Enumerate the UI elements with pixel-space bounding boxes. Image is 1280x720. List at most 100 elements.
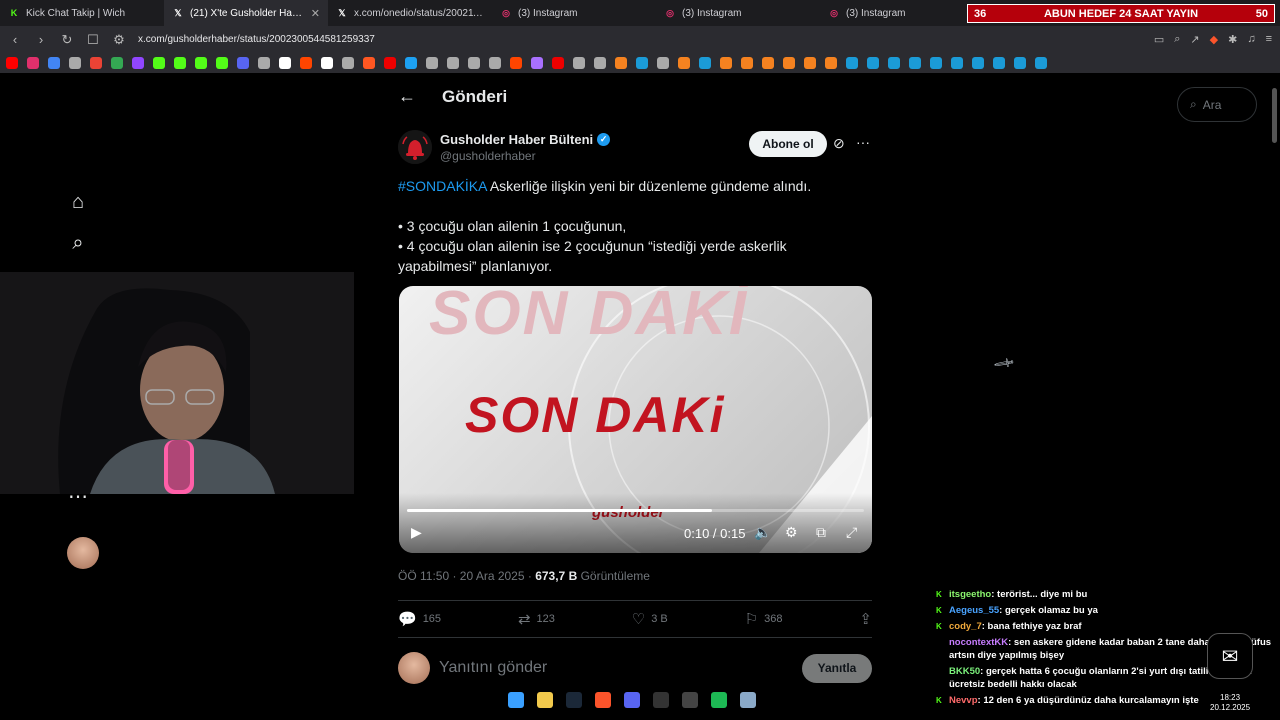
browser-tab[interactable]: ◎ (3) Instagram <box>820 0 984 26</box>
bookmark-favicon-icon[interactable] <box>69 57 81 69</box>
bookmark-favicon-icon[interactable] <box>1035 57 1047 69</box>
chat-username[interactable]: itsgeetho <box>949 589 991 600</box>
chat-username[interactable]: BKK50 <box>949 666 980 677</box>
bookmark-favicon-icon[interactable] <box>699 57 711 69</box>
hashtag-link[interactable]: #SONDAKİKA <box>398 178 487 194</box>
messages-icon[interactable]: ✉ <box>1207 633 1253 679</box>
steam-icon[interactable] <box>566 692 582 708</box>
video-progress-bar[interactable] <box>407 509 864 512</box>
grok-icon[interactable]: ⊘ <box>833 135 845 152</box>
app-icon[interactable] <box>682 692 698 708</box>
pip-icon[interactable]: ⧉ <box>816 524 826 541</box>
chat-username[interactable]: nocontextKK <box>949 637 1008 648</box>
bookmark-favicon-icon[interactable] <box>594 57 606 69</box>
bookmark-favicon-icon[interactable] <box>804 57 816 69</box>
bookmark-favicon-icon[interactable] <box>426 57 438 69</box>
url-field[interactable]: x.com/gusholderhaber/status/200230054458… <box>138 34 1142 45</box>
forward-nav-icon[interactable]: › <box>34 32 48 47</box>
reply-action[interactable]: 💬 165 <box>398 610 441 628</box>
bookmark-favicon-icon[interactable] <box>153 57 165 69</box>
bookmark-favicon-icon[interactable] <box>951 57 963 69</box>
reload-icon[interactable]: ↻ <box>60 32 74 48</box>
bookmark-favicon-icon[interactable] <box>321 57 333 69</box>
back-nav-icon[interactable]: ‹ <box>8 32 22 47</box>
file-explorer-icon[interactable] <box>537 692 553 708</box>
bookmark-icon[interactable]: ☐ <box>86 32 100 48</box>
play-icon[interactable]: ▶ <box>411 524 422 541</box>
bookmark-favicon-icon[interactable] <box>783 57 795 69</box>
site-settings-icon[interactable]: ⚙ <box>112 32 126 48</box>
reply-input[interactable]: Yanıtını gönder <box>439 659 793 677</box>
bookmark-favicon-icon[interactable] <box>972 57 984 69</box>
back-arrow-icon[interactable]: ← <box>398 86 418 107</box>
chat-username[interactable]: cody_7 <box>949 621 982 632</box>
share-icon[interactable]: ↗ <box>1190 33 1199 46</box>
bookmark-favicon-icon[interactable] <box>993 57 1005 69</box>
author-avatar[interactable] <box>398 130 432 164</box>
bookmark-favicon-icon[interactable] <box>405 57 417 69</box>
volume-icon[interactable]: 🔈 <box>754 524 771 541</box>
bookmark-favicon-icon[interactable] <box>195 57 207 69</box>
post-timestamp[interactable]: ÖÖ 11:50 · 20 Ara 2025 · <box>398 569 535 583</box>
bookmark-favicon-icon[interactable] <box>90 57 102 69</box>
author-name[interactable]: Gusholder Haber Bülteni <box>440 132 593 147</box>
bookmark-favicon-icon[interactable] <box>531 57 543 69</box>
like-action[interactable]: ♡ 3 B <box>632 610 668 628</box>
bookmark-favicon-icon[interactable] <box>825 57 837 69</box>
obs-icon[interactable] <box>653 692 669 708</box>
brave-shield-icon[interactable]: ◆ <box>1210 33 1218 46</box>
bookmark-favicon-icon[interactable] <box>468 57 480 69</box>
bookmark-favicon-icon[interactable] <box>510 57 522 69</box>
author-handle[interactable]: @gusholderhaber <box>440 149 610 163</box>
share-action[interactable]: ⇪ <box>859 610 872 628</box>
bookmark-action[interactable]: ⚐ 368 <box>745 610 783 628</box>
bookmark-favicon-icon[interactable] <box>846 57 858 69</box>
more-options-icon[interactable]: ··· <box>856 134 870 150</box>
bookmark-favicon-icon[interactable] <box>1014 57 1026 69</box>
bookmark-favicon-icon[interactable] <box>342 57 354 69</box>
bookmark-favicon-icon[interactable] <box>636 57 648 69</box>
fullscreen-icon[interactable]: ⤢ <box>846 524 857 541</box>
bookmark-favicon-icon[interactable] <box>111 57 123 69</box>
bookmark-favicon-icon[interactable] <box>762 57 774 69</box>
bookmark-favicon-icon[interactable] <box>930 57 942 69</box>
bookmark-favicon-icon[interactable] <box>258 57 270 69</box>
zoom-icon[interactable]: ⌕ <box>1174 33 1180 46</box>
bookmark-favicon-icon[interactable] <box>657 57 669 69</box>
search-input[interactable]: ⌕ Ara <box>1177 87 1257 122</box>
music-icon[interactable]: ♫ <box>1247 33 1255 46</box>
home-icon[interactable]: ⌂ <box>66 190 90 214</box>
bookmark-favicon-icon[interactable] <box>867 57 879 69</box>
bookmark-favicon-icon[interactable] <box>174 57 186 69</box>
bookmark-favicon-icon[interactable] <box>216 57 228 69</box>
bookmark-favicon-icon[interactable] <box>363 57 375 69</box>
windows-start-icon[interactable] <box>508 692 524 708</box>
chat-username[interactable]: Nevvp <box>949 695 978 706</box>
spotify-icon[interactable] <box>711 692 727 708</box>
bookmark-favicon-icon[interactable] <box>132 57 144 69</box>
menu-icon[interactable]: ≡ <box>1266 33 1272 46</box>
bookmark-favicon-icon[interactable] <box>888 57 900 69</box>
reply-button[interactable]: Yanıtla <box>802 653 872 683</box>
bookmark-favicon-icon[interactable] <box>720 57 732 69</box>
cast-icon[interactable]: ▭ <box>1154 33 1164 46</box>
follow-button[interactable]: Abone ol <box>749 131 827 157</box>
bookmark-favicon-icon[interactable] <box>6 57 18 69</box>
bookmark-favicon-icon[interactable] <box>489 57 501 69</box>
bookmark-favicon-icon[interactable] <box>27 57 39 69</box>
search-icon[interactable]: ⌕ <box>66 231 90 255</box>
discord-icon[interactable] <box>624 692 640 708</box>
browser-tab[interactable]: K Kick Chat Takip | Wich <box>0 0 164 26</box>
bookmark-favicon-icon[interactable] <box>678 57 690 69</box>
bookmark-favicon-icon[interactable] <box>300 57 312 69</box>
browser-tab[interactable]: 𝕏x.com/onedio/status/2002110772504 <box>328 0 492 26</box>
video-player[interactable]: SON DAKİ SON DAKi gusholder ▶ 0:10 / 0:1… <box>399 286 872 553</box>
bookmark-favicon-icon[interactable] <box>741 57 753 69</box>
bookmark-favicon-icon[interactable] <box>615 57 627 69</box>
bookmark-favicon-icon[interactable] <box>552 57 564 69</box>
profile-avatar[interactable] <box>67 537 99 569</box>
browser-tab[interactable]: ◎ (3) Instagram <box>656 0 820 26</box>
settings-icon[interactable]: ⚙ <box>785 524 798 541</box>
bookmark-favicon-icon[interactable] <box>279 57 291 69</box>
bookmark-favicon-icon[interactable] <box>384 57 396 69</box>
